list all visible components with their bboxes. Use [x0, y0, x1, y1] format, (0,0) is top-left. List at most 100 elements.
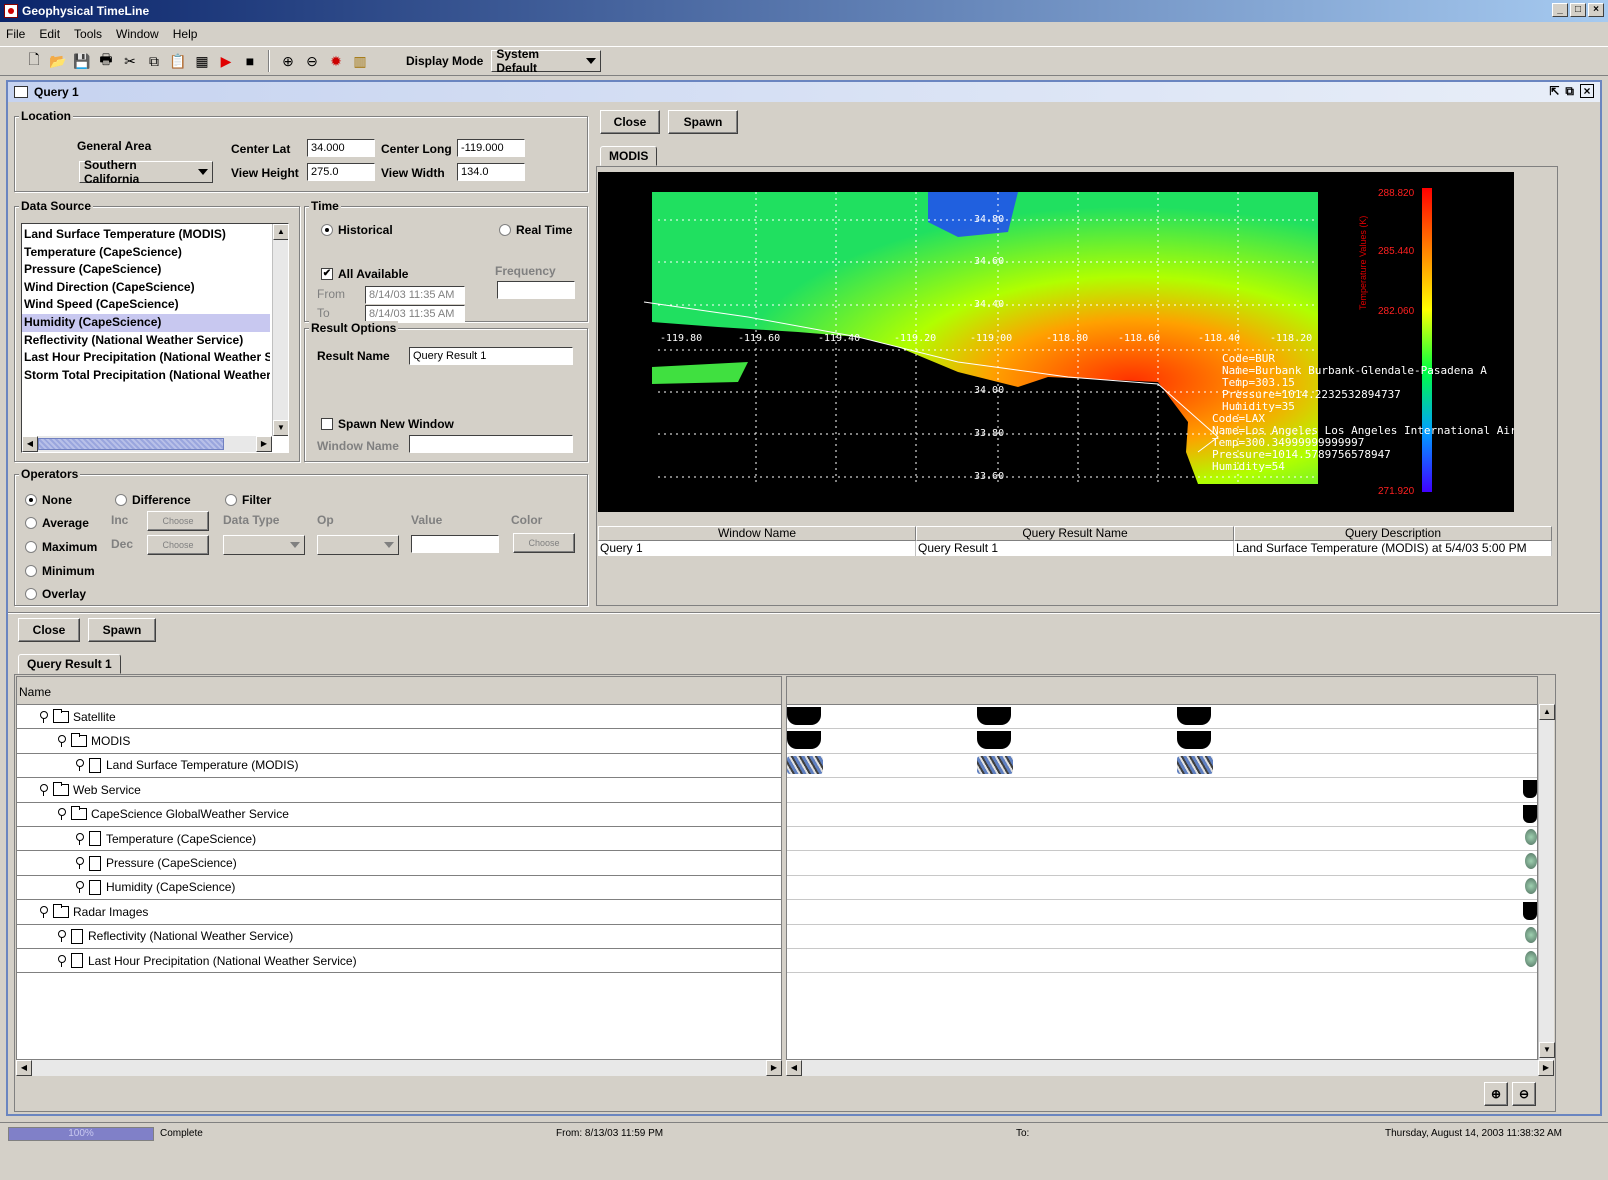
- pin-icon[interactable]: [75, 881, 84, 894]
- pin-icon[interactable]: [75, 857, 84, 870]
- undock-icon[interactable]: ⇱: [1549, 84, 1559, 99]
- pin-icon[interactable]: [39, 905, 48, 918]
- pin-icon[interactable]: [75, 832, 84, 845]
- timeline-group-marker[interactable]: [787, 707, 821, 725]
- difference-radio[interactable]: Difference: [115, 493, 191, 507]
- timeline-row[interactable]: [787, 827, 1537, 852]
- tree-row[interactable]: Temperature (CapeScience): [17, 827, 781, 852]
- timeline-group-marker[interactable]: [1523, 804, 1537, 823]
- open-folder-icon[interactable]: 📂: [46, 50, 70, 72]
- pin-icon[interactable]: [57, 808, 66, 821]
- display-mode-select[interactable]: System Default: [491, 47, 602, 75]
- op-select[interactable]: [317, 535, 399, 555]
- stop-icon[interactable]: ■: [238, 50, 262, 72]
- globe-icon[interactable]: [1525, 951, 1537, 967]
- tree-hscroll[interactable]: ◀ ▶: [16, 1060, 782, 1076]
- zoom-out-icon[interactable]: ⊖: [300, 50, 324, 72]
- scroll-down-icon[interactable]: ▼: [1539, 1042, 1555, 1058]
- copy-icon[interactable]: ⧉: [142, 50, 166, 72]
- center-lat-field[interactable]: 34.000: [307, 139, 375, 157]
- record-icon[interactable]: ✹: [324, 50, 348, 72]
- tree-row[interactable]: Web Service: [17, 778, 781, 803]
- pin-icon[interactable]: [39, 783, 48, 796]
- list-item[interactable]: Reflectivity (National Weather Service): [22, 332, 270, 350]
- name-column-header[interactable]: Name: [17, 677, 781, 705]
- scroll-left-icon[interactable]: ◀: [22, 436, 38, 452]
- close-icon[interactable]: ×: [1580, 84, 1594, 98]
- map-close-button[interactable]: Close: [600, 110, 660, 134]
- restore-icon[interactable]: ⧉: [1565, 84, 1574, 99]
- column-header-query-description[interactable]: Query Description: [1234, 526, 1552, 541]
- timeline-spawn-button[interactable]: Spawn: [88, 618, 156, 642]
- table-icon[interactable]: ▦: [190, 50, 214, 72]
- tab-query-result-1[interactable]: Query Result 1: [18, 654, 121, 674]
- data-source-vscroll[interactable]: ▲ ▼: [272, 224, 288, 436]
- tree-row[interactable]: Last Hour Precipitation (National Weathe…: [17, 949, 781, 974]
- pin-icon[interactable]: [57, 930, 66, 943]
- timeline-group-marker[interactable]: [1523, 902, 1537, 921]
- hscroll-thumb[interactable]: [38, 438, 224, 450]
- general-area-select[interactable]: Southern California: [79, 158, 213, 186]
- tree-row[interactable]: Pressure (CapeScience): [17, 851, 781, 876]
- tree-row[interactable]: Humidity (CapeScience): [17, 876, 781, 901]
- globe-icon[interactable]: [1525, 926, 1537, 943]
- list-item[interactable]: Last Hour Precipitation (National Weathe…: [22, 349, 270, 367]
- tree-row[interactable]: Land Surface Temperature (MODIS): [17, 754, 781, 779]
- timeline-row[interactable]: [787, 925, 1537, 949]
- globe-icon[interactable]: [1525, 829, 1537, 845]
- maximum-radio[interactable]: Maximum: [25, 540, 97, 554]
- scroll-up-icon[interactable]: ▲: [1539, 704, 1555, 720]
- data-source-list[interactable]: Land Surface Temperature (MODIS) Temperat…: [21, 223, 289, 453]
- timeline-close-button[interactable]: Close: [18, 618, 80, 642]
- menu-help[interactable]: Help: [173, 27, 198, 41]
- view-height-field[interactable]: 275.0: [307, 163, 375, 181]
- timeline-row[interactable]: [787, 900, 1537, 925]
- globe-icon[interactable]: [1525, 877, 1537, 894]
- minimize-button[interactable]: _: [1552, 3, 1568, 17]
- timeline-row[interactable]: [787, 729, 1537, 754]
- save-icon[interactable]: 💾: [70, 50, 94, 72]
- window-name-field[interactable]: [409, 435, 573, 453]
- timeline-group-marker[interactable]: [977, 707, 1011, 725]
- frequency-field[interactable]: [497, 281, 575, 299]
- scroll-right-icon[interactable]: ▶: [256, 436, 272, 452]
- menu-edit[interactable]: Edit: [39, 27, 60, 41]
- list-item[interactable]: Land Surface Temperature (MODIS): [22, 226, 270, 244]
- scroll-up-icon[interactable]: ▲: [273, 224, 288, 240]
- historical-radio[interactable]: Historical: [321, 223, 393, 237]
- list-item[interactable]: Pressure (CapeScience): [22, 261, 270, 279]
- none-radio[interactable]: None: [25, 493, 72, 507]
- paste-icon[interactable]: 📋: [166, 50, 190, 72]
- table-cell[interactable]: Query 1: [598, 541, 916, 556]
- all-available-checkbox[interactable]: ✔ All Available: [321, 267, 408, 281]
- timeline-row[interactable]: [787, 851, 1537, 876]
- list-item[interactable]: Storm Total Precipitation (National Weat…: [22, 367, 270, 385]
- column-header-window-name[interactable]: Window Name: [598, 526, 916, 541]
- tree-row[interactable]: Satellite: [17, 705, 781, 730]
- center-long-field[interactable]: -119.000: [457, 139, 525, 157]
- list-item[interactable]: Wind Direction (CapeScience): [22, 279, 270, 297]
- map-spawn-button[interactable]: Spawn: [668, 110, 738, 134]
- value-field[interactable]: [411, 535, 499, 553]
- tree-row[interactable]: CapeScience GlobalWeather Service: [17, 803, 781, 827]
- scroll-right-icon[interactable]: ▶: [1538, 1060, 1554, 1076]
- tree-row[interactable]: MODIS: [17, 729, 781, 754]
- table-cell[interactable]: Query Result 1: [916, 541, 1234, 556]
- menu-window[interactable]: Window: [116, 27, 159, 41]
- list-item[interactable]: Temperature (CapeScience): [22, 244, 270, 262]
- color-choose-button[interactable]: Choose: [513, 533, 575, 553]
- timeline-hscroll[interactable]: ◀ ▶: [786, 1060, 1554, 1076]
- data-type-select[interactable]: [223, 535, 305, 555]
- cut-icon[interactable]: ✂: [118, 50, 142, 72]
- inc-choose-button[interactable]: Choose: [147, 511, 209, 531]
- tree-row[interactable]: Radar Images: [17, 900, 781, 925]
- timeline-row[interactable]: [787, 778, 1537, 803]
- minimum-radio[interactable]: Minimum: [25, 564, 95, 578]
- play-icon[interactable]: ▶: [214, 50, 238, 72]
- print-icon[interactable]: 🖶: [94, 50, 118, 72]
- from-field[interactable]: 8/14/03 11:35 AM: [365, 286, 465, 304]
- view-width-field[interactable]: 134.0: [457, 163, 525, 181]
- average-radio[interactable]: Average: [25, 516, 89, 530]
- globe-icon[interactable]: [1525, 853, 1537, 870]
- data-source-hscroll[interactable]: ◀ ▶: [22, 436, 272, 452]
